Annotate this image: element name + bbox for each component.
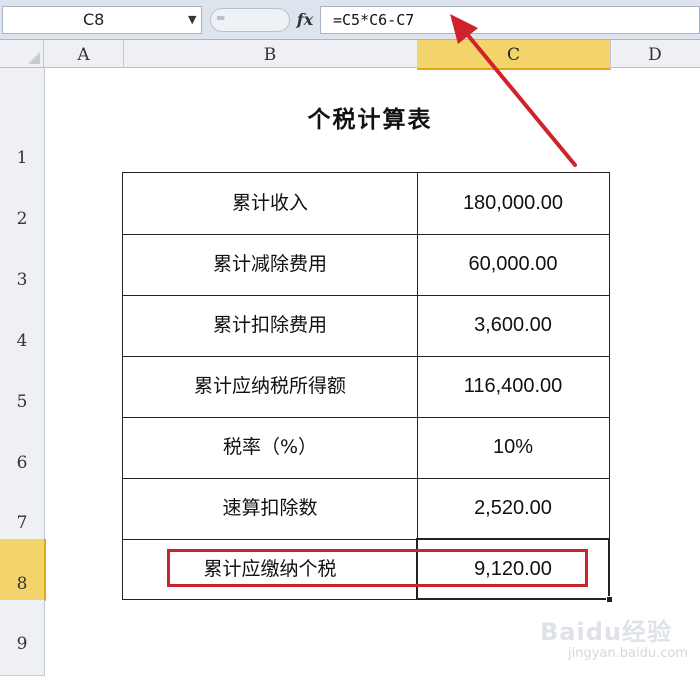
table-row: 累计扣除费用 3,600.00 [123, 295, 609, 357]
cell-b3[interactable]: 累计减除费用 [123, 234, 418, 295]
watermark: Baidu经验 jingyan.baidu.com [530, 608, 700, 670]
column-header-d[interactable]: D [610, 40, 700, 68]
grip-icon: ═ [217, 11, 225, 25]
cell-b6[interactable]: 税率（%） [123, 417, 418, 478]
column-header-b[interactable]: B [123, 40, 418, 68]
highlight-box [167, 549, 588, 587]
table-row: 累计减除费用 60,000.00 [123, 234, 609, 296]
cell-b4[interactable]: 累计扣除费用 [123, 295, 418, 356]
sheet-title[interactable]: 个税计算表 [270, 100, 470, 134]
tax-table: 累计收入 180,000.00 累计减除费用 60,000.00 累计扣除费用 … [122, 172, 610, 600]
row-header-3[interactable]: 3 [0, 235, 45, 297]
row-header-7[interactable]: 7 [0, 479, 45, 540]
table-row: 速算扣除数 2,520.00 [123, 478, 609, 540]
cell-b7[interactable]: 速算扣除数 [123, 478, 418, 539]
cell-c4[interactable]: 3,600.00 [417, 295, 609, 356]
cell-b2[interactable]: 累计收入 [123, 173, 418, 234]
cell-c2[interactable]: 180,000.00 [417, 173, 609, 234]
name-box[interactable]: C8 ▼ [2, 6, 202, 34]
fill-handle[interactable] [606, 596, 613, 603]
formula-input[interactable]: =C5*C6-C7 [320, 6, 700, 34]
cell-c6[interactable]: 10% [417, 417, 609, 478]
table-row: 税率（%） 10% [123, 417, 609, 479]
table-row: 累计应纳税所得额 116,400.00 [123, 356, 609, 418]
row-header-2[interactable]: 2 [0, 174, 45, 236]
cell-c3[interactable]: 60,000.00 [417, 234, 609, 295]
row-header-1[interactable]: 1 [0, 68, 45, 175]
column-header-row: A B C D [0, 40, 700, 70]
name-box-value: C8 [83, 10, 105, 29]
cell-b5[interactable]: 累计应纳税所得额 [123, 356, 418, 417]
select-all-button[interactable] [0, 40, 44, 68]
watermark-url: jingyan.baidu.com [568, 646, 688, 661]
cell-c5[interactable]: 116,400.00 [417, 356, 609, 417]
row-header-5[interactable]: 5 [0, 357, 45, 419]
column-header-c[interactable]: C [417, 40, 611, 70]
insert-function-button[interactable]: fx [292, 6, 318, 34]
chevron-down-icon[interactable]: ▼ [188, 7, 196, 33]
row-header-9[interactable]: 9 [0, 600, 45, 661]
row-header-6[interactable]: 6 [0, 418, 45, 480]
formula-bar-splitter[interactable]: ═ [210, 8, 290, 32]
watermark-brand: Baidu经验 [540, 618, 672, 646]
cell-c7[interactable]: 2,520.00 [417, 478, 609, 539]
row-header-10[interactable] [0, 660, 45, 676]
row-header-4[interactable]: 4 [0, 296, 45, 358]
table-row: 累计收入 180,000.00 [123, 173, 609, 235]
row-header-8[interactable]: 8 [0, 539, 46, 601]
column-header-a[interactable]: A [44, 40, 124, 68]
